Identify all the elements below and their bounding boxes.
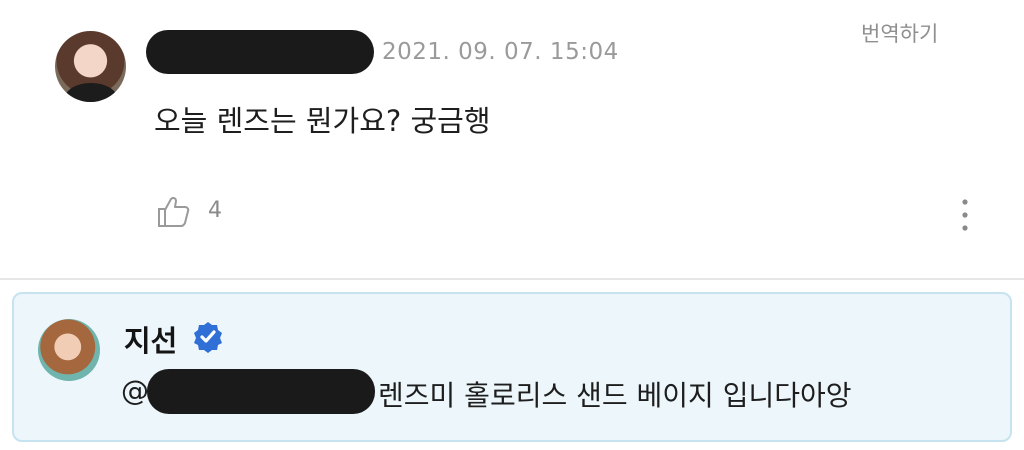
redacted-username (146, 30, 374, 74)
divider (0, 278, 1024, 280)
comment-text: 오늘 렌즈는 뭔가요? 궁금행 (154, 104, 491, 138)
thumbs-up-icon[interactable] (156, 194, 192, 230)
comment-timestamp: 2021. 09. 07. 15:04 (382, 39, 619, 65)
comment-thread: 2021. 09. 07. 15:04 번역하기 오늘 렌즈는 뭔가요? 궁금행… (0, 0, 1024, 450)
verified-badge-icon (191, 320, 225, 354)
vertical-dots-icon[interactable] (958, 196, 972, 234)
creator-name[interactable]: 지선 (124, 318, 177, 360)
like-count: 4 (208, 198, 222, 223)
mention-prefix: @ (121, 374, 149, 407)
translate-button[interactable]: 번역하기 (861, 18, 938, 48)
creator-avatar[interactable] (38, 319, 100, 381)
commenter-avatar[interactable] (55, 31, 126, 102)
redacted-mention (147, 369, 375, 414)
creator-reply (12, 292, 1012, 442)
reply-text: 렌즈미 홀로리스 샌드 베이지 입니다아앙 (378, 379, 852, 412)
